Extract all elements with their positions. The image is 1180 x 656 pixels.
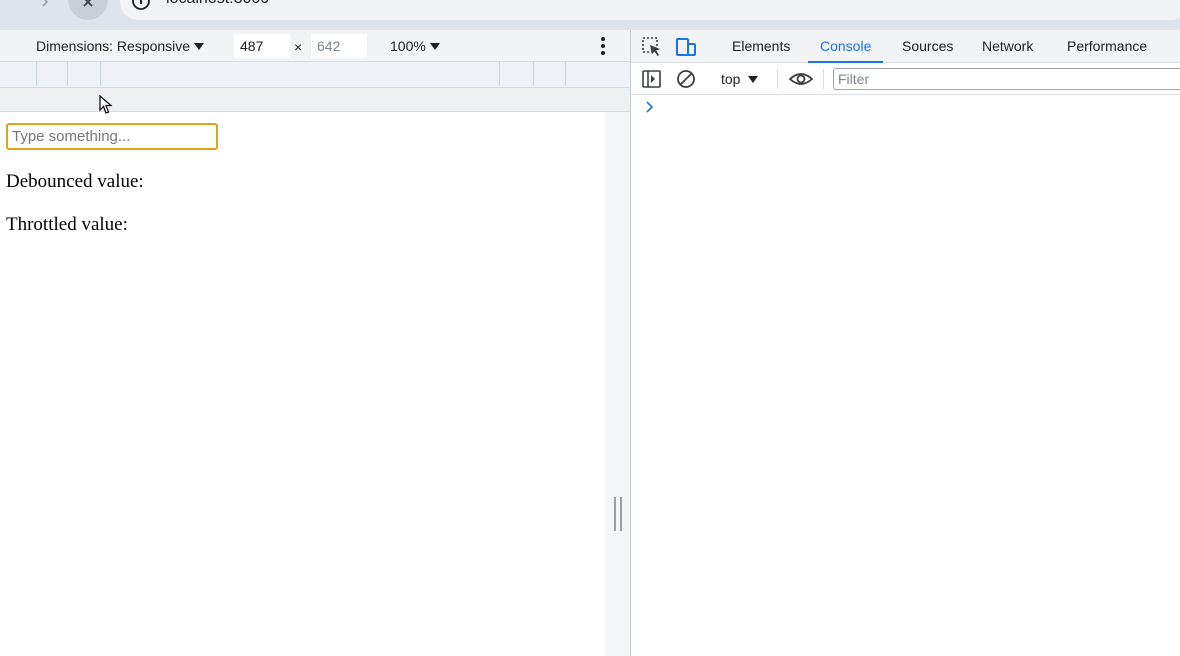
url-text: localhost:3000 [166,0,269,8]
viewport-resize-handle[interactable] [614,497,622,531]
tab-performance[interactable]: Performance [1055,30,1159,63]
media-query-marker[interactable] [36,62,37,86]
forward-button[interactable] [26,0,66,20]
sidebar-toggle-icon[interactable] [641,68,663,90]
toolbar-divider [777,69,778,89]
media-query-marker[interactable] [565,62,566,86]
throttled-value-text: Throttled value: [6,214,128,235]
devtools-tab-bar: Elements Console Sources Network Perform… [631,30,1180,63]
viewport-width-input[interactable] [234,34,290,58]
arrow-forward-icon [42,0,49,7]
caret-down-icon [748,75,759,83]
close-icon [83,0,93,7]
context-label: top [721,71,741,87]
debounced-value-text: Debounced value: [6,171,144,192]
dimensions-dropdown[interactable]: Dimensions: Responsive [36,36,205,56]
context-dropdown[interactable]: top [721,69,759,89]
ruler [0,88,630,112]
zoom-label: 100% [390,38,426,54]
stop-loading-button[interactable] [68,0,108,20]
device-toolbar: Dimensions: Responsive × 100% [0,30,630,62]
address-bar[interactable]: localhost:3000 [120,0,1180,20]
eye-icon[interactable] [788,68,814,90]
media-query-marker[interactable] [499,62,500,86]
toolbar-divider [823,69,824,89]
clear-console-icon[interactable] [675,68,697,90]
caret-down-icon [429,42,440,50]
zoom-dropdown[interactable]: 100% [390,36,440,56]
viewport-height-input[interactable] [311,34,367,58]
chevron-right-icon[interactable] [645,100,655,114]
media-query-marker[interactable] [533,62,534,86]
browser-top-bar: localhost:3000 [0,0,1180,30]
devtools-panel: Elements Console Sources Network Perform… [630,30,1180,656]
caret-down-icon [194,42,205,50]
media-query-bar[interactable] [0,62,630,88]
more-vertical-icon[interactable] [596,36,610,56]
dimension-separator: × [294,39,303,55]
tab-sources[interactable]: Sources [890,30,965,63]
tab-console[interactable]: Console [808,30,884,63]
console-filter-input[interactable] [833,68,1180,90]
dimensions-label: Dimensions: Responsive [36,38,191,54]
tab-elements[interactable]: Elements [720,30,802,63]
tab-network[interactable]: Network [970,30,1045,63]
viewport-gutter [605,112,630,656]
text-input[interactable] [6,123,218,150]
emulated-viewport [0,112,605,656]
console-toolbar: top [631,63,1180,95]
media-query-marker[interactable] [67,62,68,86]
media-query-marker[interactable] [100,62,101,86]
mouse-cursor-icon [99,95,113,114]
device-toggle-icon[interactable] [675,36,697,58]
info-icon[interactable] [130,0,152,14]
inspect-element-icon[interactable] [641,36,663,58]
